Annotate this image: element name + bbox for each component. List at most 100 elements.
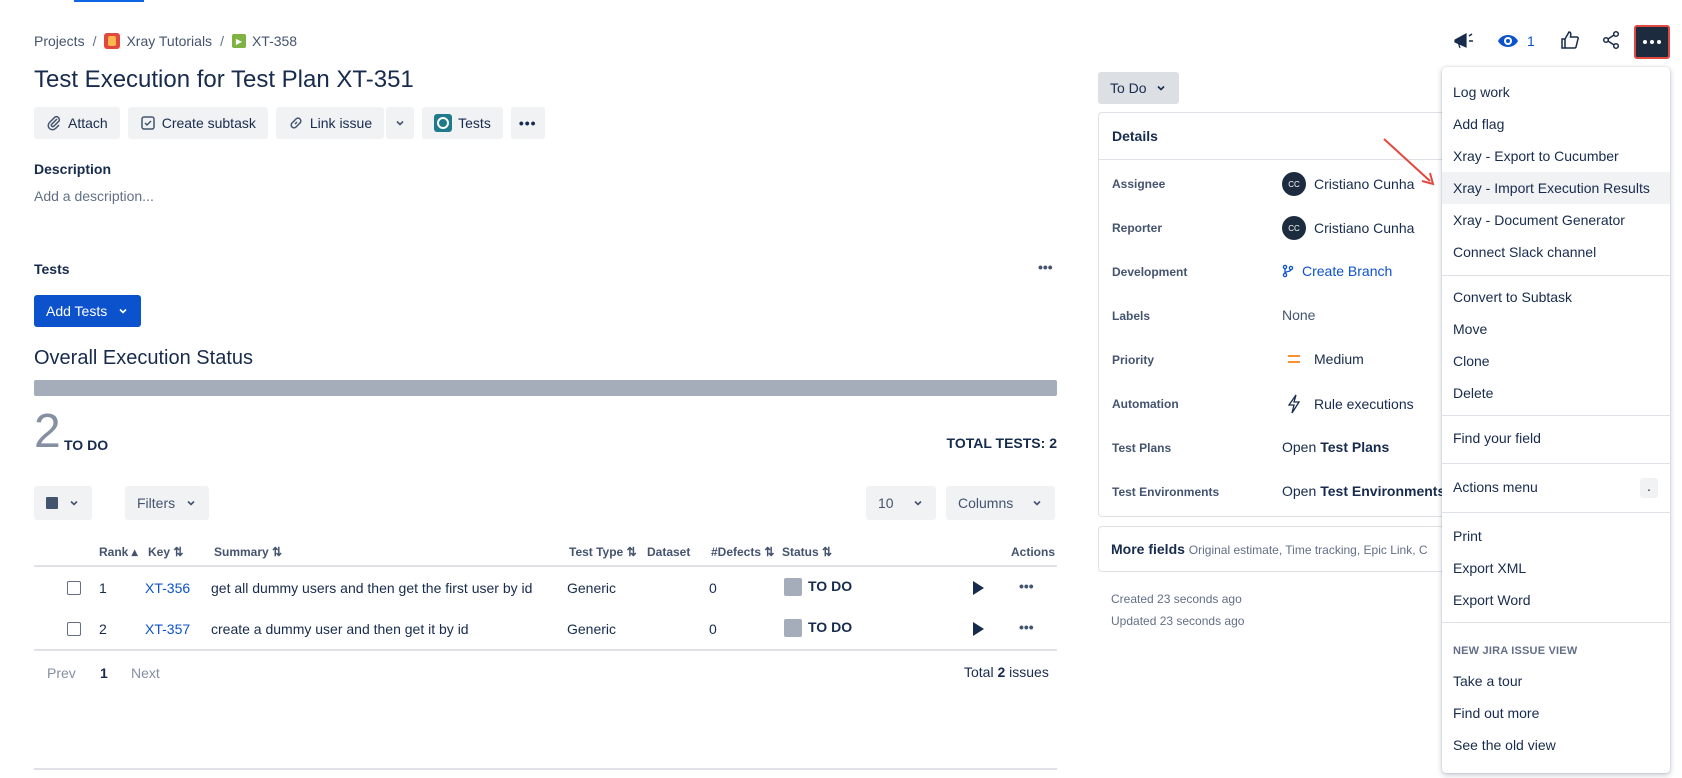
- column-header-key[interactable]: Key ⇅: [148, 545, 183, 559]
- priority-value[interactable]: Medium: [1282, 351, 1364, 367]
- feedback-button[interactable]: [1452, 30, 1474, 52]
- menu-item-import-execution-results[interactable]: Xray - Import Execution Results: [1453, 180, 1650, 196]
- more-actions-button[interactable]: [1634, 25, 1670, 59]
- like-button[interactable]: [1560, 30, 1580, 50]
- menu-divider: [1442, 622, 1670, 623]
- tests-button[interactable]: Tests: [422, 107, 503, 139]
- todo-count-label: TO DO: [64, 437, 109, 453]
- row-key-link[interactable]: XT-357: [145, 621, 190, 637]
- watchers-count: 1: [1527, 33, 1535, 49]
- menu-item-document-generator[interactable]: Xray - Document Generator: [1453, 212, 1625, 228]
- column-header-status[interactable]: Status ⇅: [782, 545, 832, 559]
- breadcrumb-projects[interactable]: Projects: [34, 33, 85, 49]
- menu-item-export-cucumber[interactable]: Xray - Export to Cucumber: [1453, 148, 1619, 164]
- thumbs-up-icon: [1561, 31, 1579, 49]
- labels-value[interactable]: None: [1282, 307, 1315, 323]
- row-actions-more-icon[interactable]: •••: [1019, 619, 1034, 635]
- pagination-next[interactable]: Next: [131, 665, 160, 681]
- page-size-select[interactable]: 10: [866, 486, 936, 520]
- breadcrumb-project[interactable]: Xray Tutorials: [104, 33, 212, 49]
- column-header-summary[interactable]: Summary ⇅: [214, 545, 282, 559]
- filters-button[interactable]: Filters: [125, 486, 210, 520]
- issue-toolbar: Attach Create subtask Link issue Tests •…: [34, 107, 545, 139]
- row-key-link[interactable]: XT-356: [145, 580, 190, 596]
- menu-item-convert-subtask[interactable]: Convert to Subtask: [1453, 289, 1572, 305]
- updated-timestamp: Updated 23 seconds ago: [1111, 614, 1245, 628]
- tests-more-icon[interactable]: •••: [1038, 259, 1053, 275]
- test-env-label: Test Environments: [1112, 485, 1220, 499]
- row-defects: 0: [709, 580, 717, 596]
- row-checkbox[interactable]: [67, 622, 81, 636]
- tests-label: Tests: [458, 115, 491, 131]
- chevron-down-icon: [914, 500, 922, 506]
- menu-item-clone[interactable]: Clone: [1453, 353, 1490, 369]
- share-button[interactable]: [1601, 30, 1621, 50]
- reporter-value[interactable]: CC Cristiano Cunha: [1282, 216, 1414, 240]
- menu-item-export-word[interactable]: Export Word: [1453, 592, 1531, 608]
- menu-divider: [1442, 415, 1670, 416]
- chevron-down-icon: [1033, 500, 1041, 506]
- status-transition-button[interactable]: To Do: [1098, 72, 1179, 104]
- lightning-icon: [1287, 394, 1301, 414]
- chevron-down-icon: [187, 500, 195, 506]
- menu-item-print[interactable]: Print: [1453, 528, 1482, 544]
- status-filter-select[interactable]: [34, 486, 92, 520]
- menu-item-actions-menu[interactable]: Actions menu: [1453, 479, 1538, 495]
- link-icon: [290, 117, 302, 129]
- breadcrumb-project-label: Xray Tutorials: [126, 33, 213, 49]
- row-actions-more-icon[interactable]: •••: [1019, 578, 1034, 594]
- watch-button[interactable]: 1: [1497, 30, 1535, 52]
- menu-item-take-tour[interactable]: Take a tour: [1453, 673, 1522, 689]
- status-square-icon: [784, 619, 802, 638]
- run-test-button[interactable]: [970, 580, 986, 599]
- filters-label: Filters: [137, 495, 176, 511]
- automation-value[interactable]: Rule executions: [1282, 394, 1414, 414]
- chevron-down-icon: [70, 500, 78, 506]
- link-issue-button[interactable]: Link issue: [275, 107, 385, 139]
- description-placeholder[interactable]: Add a description...: [34, 188, 154, 204]
- menu-divider: [1442, 463, 1670, 464]
- menu-item-add-flag[interactable]: Add flag: [1453, 116, 1504, 132]
- pagination-current[interactable]: 1: [100, 665, 108, 681]
- test-plans-value[interactable]: Open Test Plans: [1282, 439, 1389, 455]
- row-status: TO DO: [784, 578, 852, 597]
- create-subtask-button[interactable]: Create subtask: [127, 107, 268, 139]
- run-test-button[interactable]: [970, 621, 986, 640]
- branch-icon: [1282, 264, 1294, 278]
- pagination-prev[interactable]: Prev: [47, 665, 76, 681]
- menu-item-move[interactable]: Move: [1453, 321, 1487, 337]
- column-header-test-type[interactable]: Test Type ⇅: [569, 545, 637, 559]
- menu-item-export-xml[interactable]: Export XML: [1453, 560, 1526, 576]
- created-timestamp: Created 23 seconds ago: [1111, 592, 1242, 606]
- development-label: Development: [1112, 265, 1188, 279]
- menu-item-log-work[interactable]: Log work: [1453, 84, 1510, 100]
- column-header-defects[interactable]: #Defects ⇅: [711, 545, 774, 559]
- create-branch-link[interactable]: Create Branch: [1282, 263, 1392, 279]
- more-toolbar-button[interactable]: •••: [510, 107, 545, 139]
- more-fields-label: More fields: [1111, 541, 1185, 557]
- menu-item-connect-slack[interactable]: Connect Slack channel: [1453, 244, 1596, 260]
- description-heading: Description: [34, 161, 112, 177]
- row-rank: 2: [99, 621, 107, 637]
- keyboard-shortcut: .: [1640, 478, 1658, 498]
- row-checkbox[interactable]: [67, 581, 81, 595]
- breadcrumb: Projects / Xray Tutorials / ▶ XT-358: [34, 33, 297, 49]
- breadcrumb-separator: /: [92, 33, 97, 49]
- menu-item-delete[interactable]: Delete: [1453, 385, 1493, 401]
- page-title[interactable]: Test Execution for Test Plan XT-351: [34, 66, 414, 94]
- menu-item-old-view[interactable]: See the old view: [1453, 737, 1556, 753]
- menu-item-find-field[interactable]: Find your field: [1453, 430, 1541, 446]
- paperclip-icon: [47, 115, 61, 131]
- create-subtask-label: Create subtask: [161, 115, 256, 131]
- link-issue-dropdown[interactable]: [386, 107, 415, 139]
- breadcrumb-issue[interactable]: ▶ XT-358: [231, 33, 297, 49]
- column-header-rank[interactable]: Rank ▴: [99, 545, 138, 559]
- attach-button[interactable]: Attach: [34, 107, 120, 139]
- test-env-value[interactable]: Open Test Environments: [1282, 483, 1445, 499]
- priority-medium-icon: [1288, 355, 1300, 363]
- menu-item-find-out-more[interactable]: Find out more: [1453, 705, 1539, 721]
- avatar: CC: [1282, 172, 1306, 196]
- add-tests-button[interactable]: Add Tests: [34, 295, 142, 327]
- columns-button[interactable]: Columns: [946, 486, 1056, 520]
- avatar: CC: [1282, 216, 1306, 240]
